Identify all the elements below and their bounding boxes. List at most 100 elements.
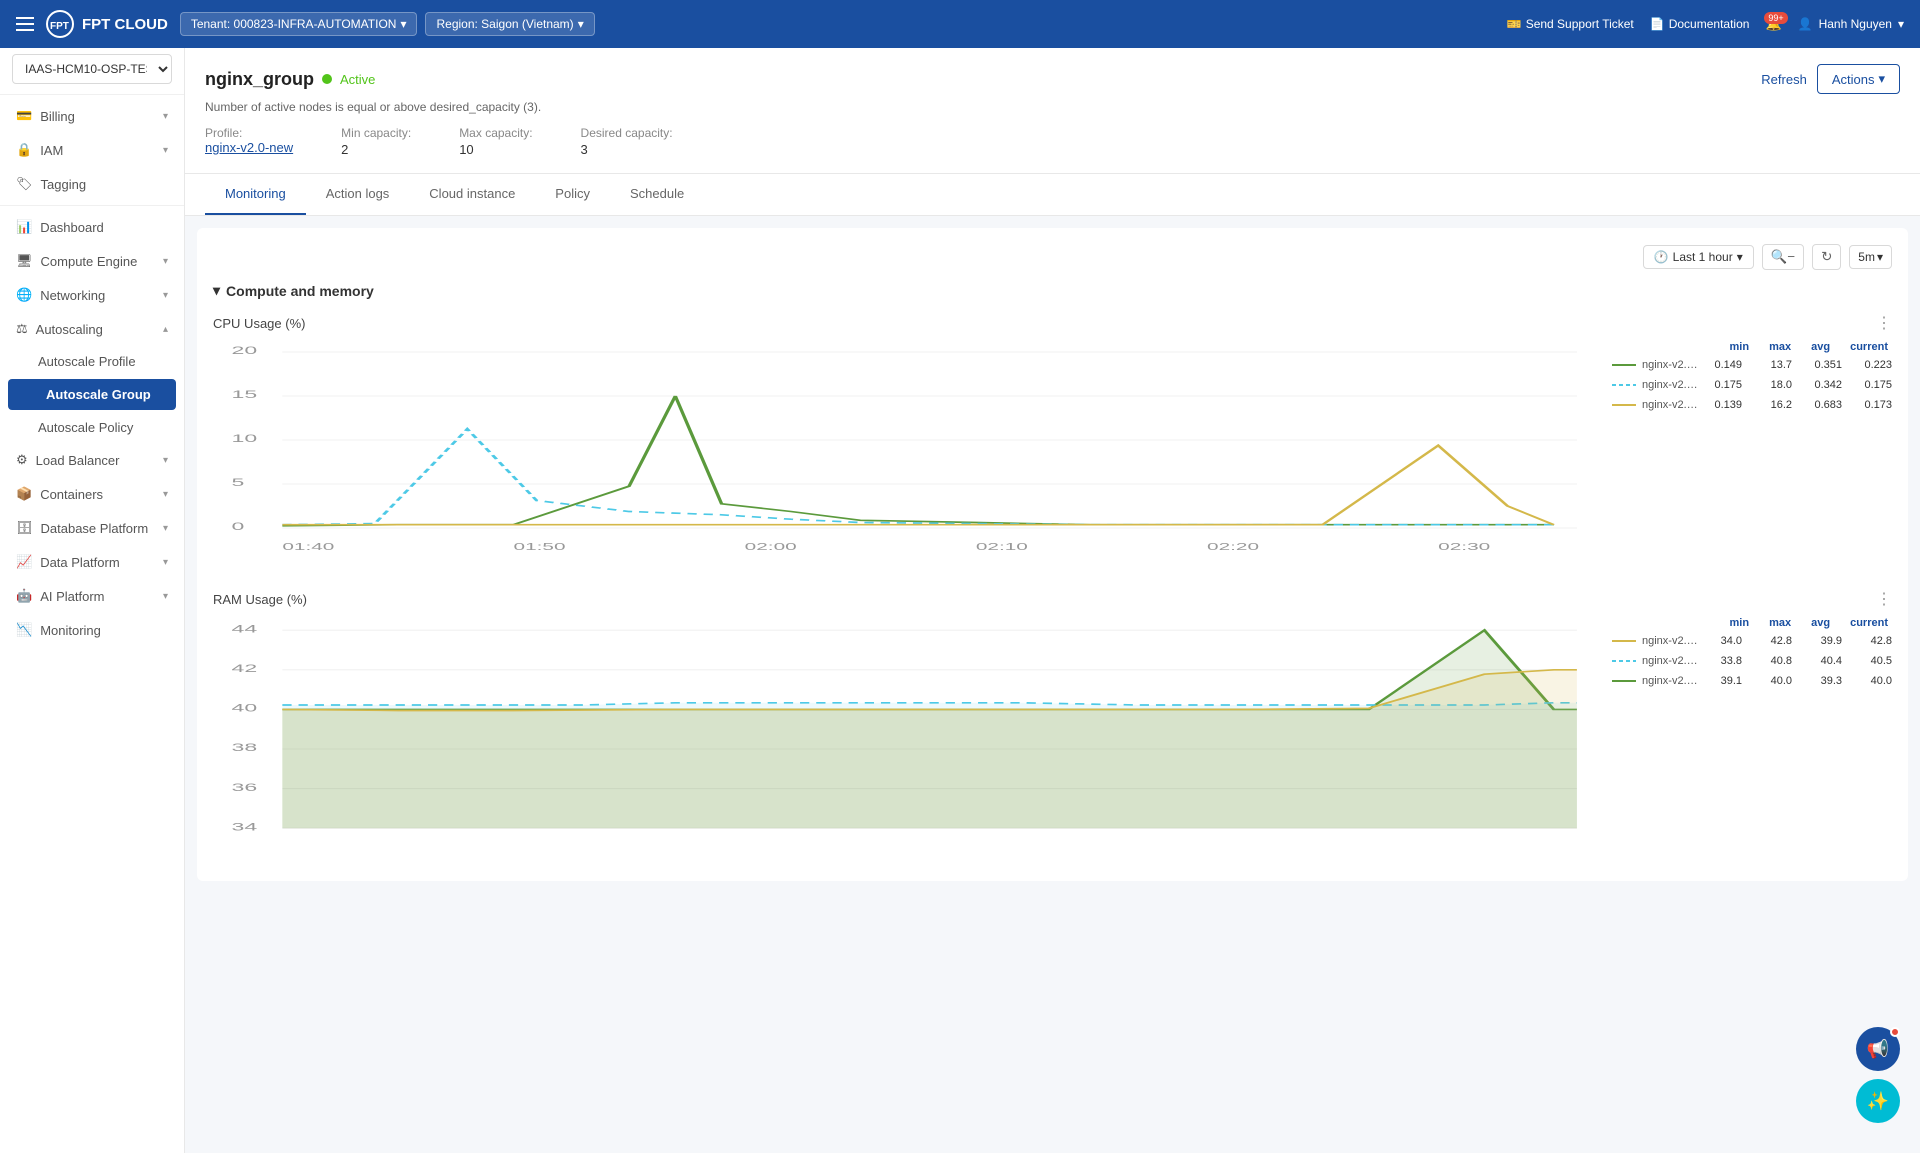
cpu-chart-more-button[interactable]: ⋮ (1876, 313, 1892, 333)
svg-text:01:40: 01:40 (282, 541, 334, 552)
svg-text:02:20: 02:20 (1207, 541, 1259, 552)
sidebar-item-dashboard[interactable]: 📊Dashboard (0, 210, 184, 244)
interval-selector[interactable]: 5m ▾ (1849, 245, 1892, 269)
chevron-down-icon: ▾ (163, 591, 168, 602)
profile-link[interactable]: nginx-v2.0-new (205, 140, 293, 155)
status-dot (322, 74, 332, 84)
actions-button[interactable]: Actions ▾ (1817, 64, 1900, 94)
hamburger-menu[interactable] (16, 17, 34, 31)
notifications[interactable]: 🔔 99+ (1765, 16, 1781, 32)
sidebar-item-ai-platform[interactable]: 🤖AI Platform ▾ (0, 579, 184, 613)
ram-legend-header: min max avg current (1612, 617, 1892, 629)
svg-text:40: 40 (231, 702, 257, 714)
ram-chart-title: RAM Usage (%) ⋮ (213, 589, 1892, 609)
sidebar-item-data-platform[interactable]: 📈Data Platform ▾ (0, 545, 184, 579)
svg-text:02:00: 02:00 (745, 541, 797, 552)
svg-text:38: 38 (231, 741, 257, 753)
tenant-selector[interactable]: Tenant: 000823-INFRA-AUTOMATION ▾ (180, 12, 418, 36)
sidebar-subitem-autoscale-group[interactable]: Autoscale Group (8, 379, 176, 410)
svg-text:20: 20 (231, 344, 257, 356)
svg-text:10: 10 (231, 432, 257, 444)
svg-text:42: 42 (231, 662, 257, 674)
documentation-link[interactable]: 📄 Documentation (1650, 17, 1750, 31)
svg-text:0: 0 (231, 520, 244, 532)
group-title-row: nginx_group Active (205, 69, 375, 90)
sidebar-item-load-balancer[interactable]: ⚙Load Balancer ▾ (0, 443, 184, 477)
chevron-down-icon: ▾ (163, 256, 168, 267)
compute-memory-section-header[interactable]: ▾ Compute and memory (213, 282, 1892, 299)
ram-legend-row-0: nginx-v2.0-node-muONN1NL 34.0 42.8 39.9 … (1612, 635, 1892, 647)
sidebar-item-database-platform[interactable]: 🗄Database Platform ▾ (0, 511, 184, 545)
sidebar-subitem-autoscale-profile[interactable]: Autoscale Profile (0, 346, 184, 377)
group-header: nginx_group Active Refresh Actions ▾ Num… (185, 48, 1920, 174)
refresh-chart-button[interactable]: ↻ (1812, 244, 1841, 270)
sidebar: IAAS-HCM10-OSP-TEST-01 💳Billing ▾ 🔒IAM ▾… (0, 48, 185, 1153)
ai-assistant-button[interactable]: ✨ (1856, 1079, 1900, 1123)
sidebar-item-tagging[interactable]: 🏷Tagging (0, 167, 184, 201)
chevron-down-icon: ▾ (163, 523, 168, 534)
tabs-row: Monitoring Action logs Cloud instance Po… (185, 174, 1920, 216)
cpu-chart-section: CPU Usage (%) ⋮ 20 15 10 5 0 (213, 313, 1892, 561)
tab-policy[interactable]: Policy (535, 174, 610, 215)
status-label: Active (340, 72, 375, 87)
user-menu[interactable]: 👤 Hanh Nguyen ▾ (1798, 17, 1904, 31)
tab-monitoring[interactable]: Monitoring (205, 174, 306, 215)
chart-controls: 🕐 Last 1 hour ▾ 🔍− ↻ 5m ▾ (213, 244, 1892, 270)
legend-line-icon (1612, 660, 1636, 662)
legend-line-icon (1612, 384, 1636, 386)
ram-chart-more-button[interactable]: ⋮ (1876, 589, 1892, 609)
legend-line-icon (1612, 404, 1636, 406)
time-selector[interactable]: 🕐 Last 1 hour ▾ (1643, 245, 1754, 269)
svg-text:01:50: 01:50 (514, 541, 566, 552)
chevron-down-icon: ▾ (163, 145, 168, 156)
chevron-down-icon: ▾ (163, 489, 168, 500)
cpu-legend-header: min max avg current (1612, 341, 1892, 353)
svg-text:34: 34 (231, 821, 257, 833)
cpu-chart-legend: min max avg current nginx-v2.0-node-muON… (1612, 341, 1892, 561)
tab-cloud-instance[interactable]: Cloud instance (409, 174, 535, 215)
topnav: FPT FPT CLOUD Tenant: 000823-INFRA-AUTOM… (0, 0, 1920, 48)
ram-chart-section: RAM Usage (%) ⋮ 44 42 40 38 36 34 (213, 589, 1892, 837)
tab-schedule[interactable]: Schedule (610, 174, 704, 215)
max-capacity-meta: Max capacity: 10 (459, 126, 532, 157)
content-area: nginx_group Active Refresh Actions ▾ Num… (185, 48, 1920, 1153)
refresh-button[interactable]: Refresh (1761, 72, 1807, 87)
chevron-down-icon: ▾ (163, 290, 168, 301)
env-dropdown[interactable]: IAAS-HCM10-OSP-TEST-01 (0, 48, 184, 90)
svg-text:02:10: 02:10 (976, 541, 1028, 552)
svg-text:FPT: FPT (50, 21, 69, 32)
group-description: Number of active nodes is equal or above… (205, 100, 1900, 114)
legend-line-icon (1612, 364, 1636, 366)
legend-line-icon (1612, 680, 1636, 682)
cpu-chart-area: 20 15 10 5 0 01:40 (213, 341, 1600, 561)
svg-text:5: 5 (231, 476, 244, 488)
cpu-legend-row-1: nginx-v2.0-node-Vbdiuacr 0.175 18.0 0.34… (1612, 379, 1892, 391)
sidebar-item-iam[interactable]: 🔒IAM ▾ (0, 133, 184, 167)
logo: FPT FPT CLOUD (46, 10, 168, 38)
region-selector[interactable]: Region: Saigon (Vietnam) ▾ (425, 12, 594, 36)
min-capacity-meta: Min capacity: 2 (341, 126, 411, 157)
sidebar-item-billing[interactable]: 💳Billing ▾ (0, 99, 184, 133)
sidebar-subitem-autoscale-policy[interactable]: Autoscale Policy (0, 412, 184, 443)
svg-text:36: 36 (231, 781, 257, 793)
support-ticket-link[interactable]: 🎫 Send Support Ticket (1507, 17, 1634, 31)
desired-capacity-meta: Desired capacity: 3 (581, 126, 673, 157)
tab-action-logs[interactable]: Action logs (306, 174, 410, 215)
sidebar-item-networking[interactable]: 🌐Networking ▾ (0, 278, 184, 312)
svg-text:15: 15 (231, 388, 257, 400)
cpu-legend-row-0: nginx-v2.0-node-muONN1NL 0.149 13.7 0.35… (1612, 359, 1892, 371)
sidebar-item-compute-engine[interactable]: 🖥Compute Engine ▾ (0, 244, 184, 278)
cpu-chart-wrapper: 20 15 10 5 0 01:40 (213, 341, 1892, 561)
sidebar-item-monitoring[interactable]: 📉Monitoring (0, 613, 184, 647)
notification-dot (1890, 1027, 1900, 1037)
chevron-down-icon: ▾ (163, 557, 168, 568)
sidebar-item-autoscaling[interactable]: ⚖Autoscaling ▴ (0, 312, 184, 346)
group-name: nginx_group (205, 69, 314, 90)
sidebar-item-containers[interactable]: 📦Containers ▾ (0, 477, 184, 511)
zoom-out-button[interactable]: 🔍− (1762, 244, 1804, 270)
env-select[interactable]: IAAS-HCM10-OSP-TEST-01 (12, 54, 172, 84)
cpu-legend-row-2: nginx-v2.0-node-aZI1dgs2 0.139 16.2 0.68… (1612, 399, 1892, 411)
chevron-up-icon: ▴ (163, 324, 168, 335)
ram-chart-area: 44 42 40 38 36 34 (213, 617, 1600, 837)
svg-text:02:30: 02:30 (1438, 541, 1490, 552)
